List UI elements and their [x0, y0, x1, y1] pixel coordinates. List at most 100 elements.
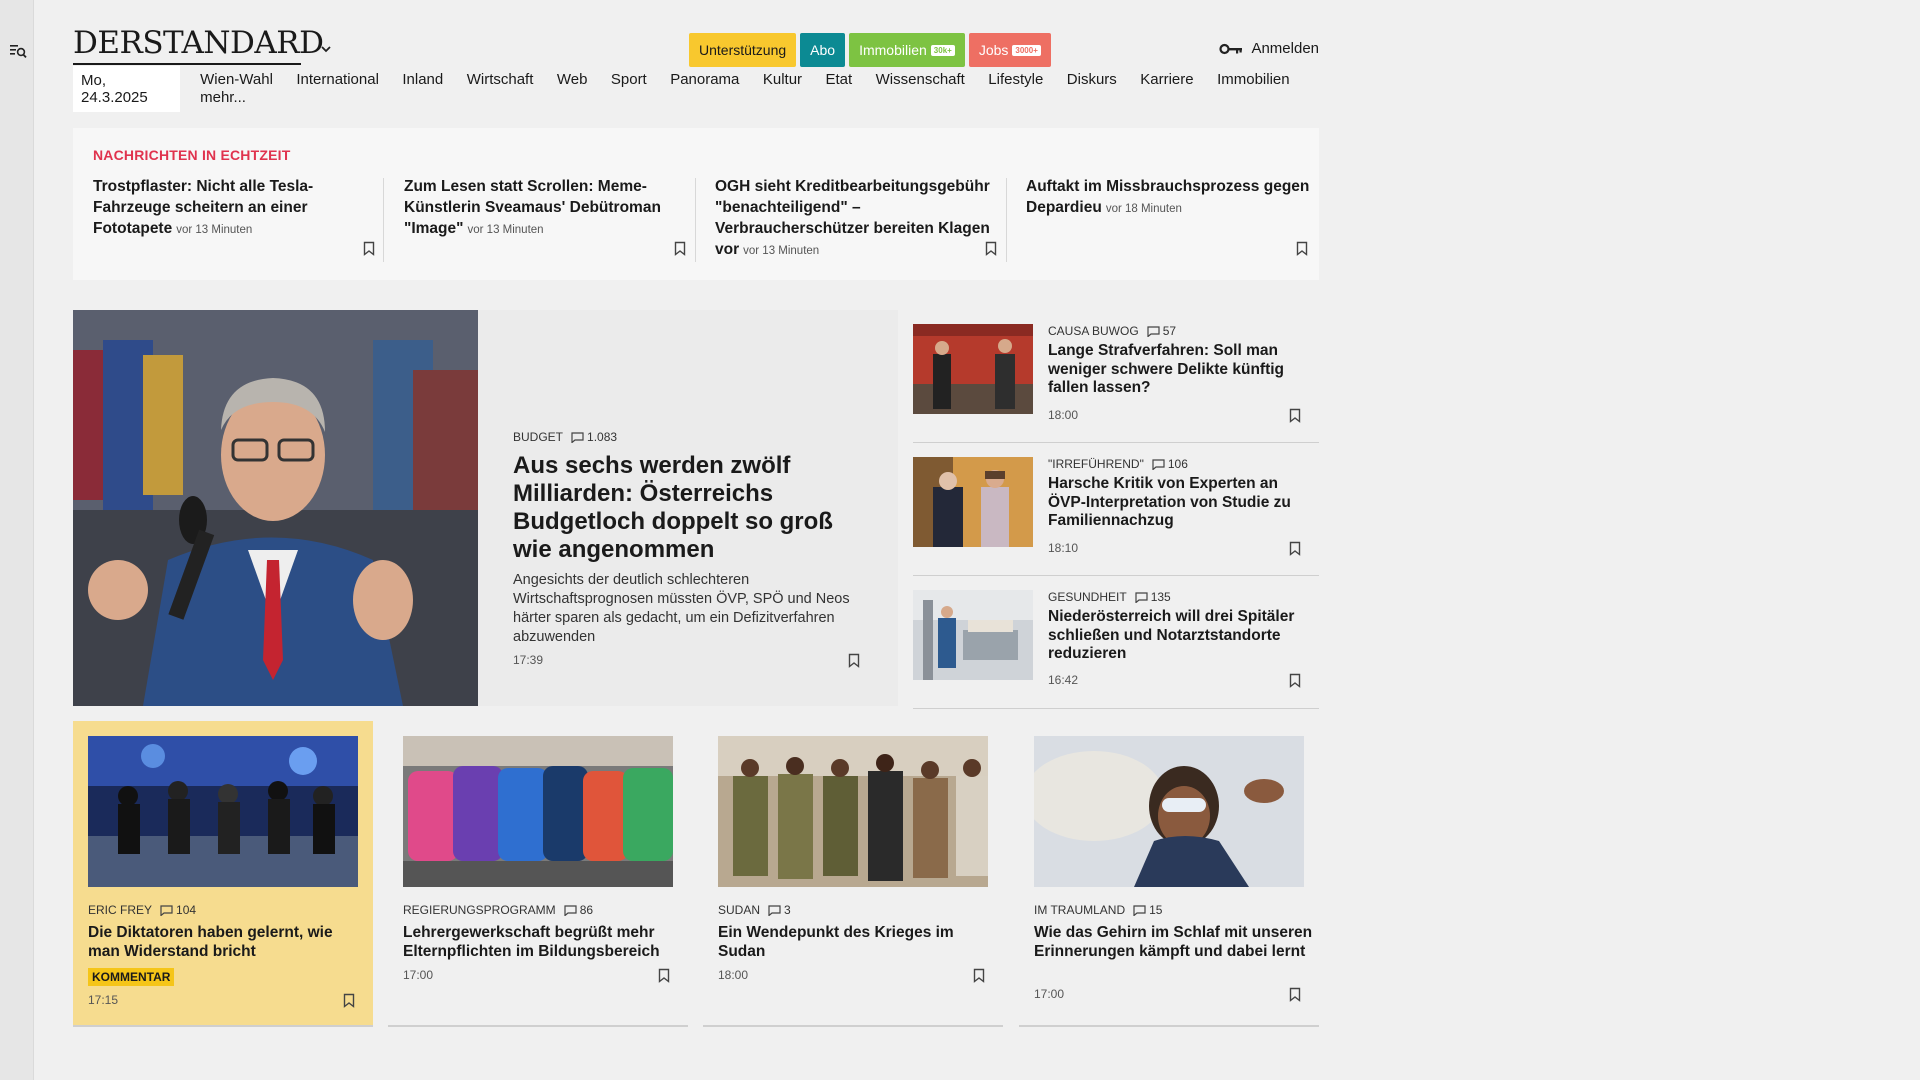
- nav-item-panorama[interactable]: Panorama: [670, 71, 739, 88]
- story-card[interactable]: REGIERUNGSPROGRAMM 86 Lehrergewerkschaft…: [388, 721, 688, 1027]
- bookmark-icon[interactable]: [1289, 541, 1301, 556]
- nav-item-international[interactable]: International: [296, 71, 379, 88]
- lead-comments: 1.083: [587, 430, 618, 444]
- card-title[interactable]: Lehrergewerkschaft begrüßt mehr Elternpf…: [403, 923, 683, 961]
- side-kicker: GESUNDHEIT 135: [1048, 590, 1171, 604]
- comments-count[interactable]: 15: [1133, 903, 1162, 917]
- comments-count[interactable]: 86: [564, 903, 593, 917]
- nav-item-kultur[interactable]: Kultur: [763, 71, 802, 88]
- side-title[interactable]: Lange Strafverfahren: Soll man weniger s…: [1048, 342, 1313, 398]
- bookmark-icon[interactable]: [658, 968, 670, 983]
- card-title[interactable]: Wie das Gehirn im Schlaf mit unseren Eri…: [1034, 923, 1314, 961]
- nav-item-karriere[interactable]: Karriere: [1140, 71, 1193, 88]
- story-card[interactable]: IM TRAUMLAND 15 Wie das Gehirn im Schlaf…: [1019, 721, 1319, 1027]
- bookmark-icon[interactable]: [985, 241, 997, 256]
- side-story[interactable]: GESUNDHEIT 135 Niederösterreich will dre…: [913, 576, 1319, 709]
- chevron-down-icon[interactable]: [319, 42, 333, 56]
- lead-story[interactable]: BUDGET 1.083 Aus sechs werden zwölf Mill…: [478, 310, 898, 706]
- header: DERSTANDARD Unterstützung Abo Immobilien…: [73, 0, 1319, 72]
- bookmark-icon[interactable]: [363, 241, 375, 256]
- bookmark-icon[interactable]: [1296, 241, 1308, 256]
- comments-count[interactable]: 135: [1135, 590, 1171, 604]
- divider: [695, 178, 696, 262]
- nav-item-sport[interactable]: Sport: [611, 71, 647, 88]
- support-label: Unterstützung: [699, 42, 787, 58]
- bookmark-icon[interactable]: [973, 968, 985, 983]
- nav-item-immobilien[interactable]: Immobilien: [1217, 71, 1290, 88]
- lead-title[interactable]: Aus sechs werden zwölf Milliarden: Öster…: [513, 452, 873, 564]
- key-icon: [1219, 43, 1243, 54]
- lead-time: 17:39: [513, 653, 544, 667]
- nav-item-web[interactable]: Web: [557, 71, 588, 88]
- comment-icon: [768, 904, 781, 916]
- live-news-heading: NACHRICHTEN IN ECHTZEIT: [93, 147, 291, 163]
- nav-item-lifestyle[interactable]: Lifestyle: [988, 71, 1043, 88]
- divider: [383, 178, 384, 262]
- comments-count[interactable]: 104: [160, 903, 196, 917]
- live-item[interactable]: OGH sieht Kreditbearbeitungsgebühr "bena…: [715, 176, 1005, 266]
- bookmark-icon[interactable]: [674, 241, 686, 256]
- card-kicker-label: SUDAN: [718, 903, 761, 917]
- side-story[interactable]: CAUSA BUWOG 57 Lange Strafverfahren: Sol…: [913, 310, 1319, 443]
- live-item[interactable]: Auftakt im Missbrauchsprozess gegen Depa…: [1026, 176, 1316, 266]
- lead-kicker: BUDGET 1.083: [513, 430, 617, 444]
- live-item-ago: vor 13 Minuten: [176, 224, 253, 236]
- current-date: Mo, 24.3.2025: [73, 66, 181, 112]
- bookmark-icon[interactable]: [1289, 408, 1301, 423]
- abo-button[interactable]: Abo: [800, 33, 846, 67]
- logo-underline: [73, 63, 301, 65]
- support-button[interactable]: Unterstützung: [689, 33, 797, 67]
- card-photo: [1034, 736, 1304, 887]
- side-title[interactable]: Harsche Kritik von Experten an ÖVP-Inter…: [1048, 475, 1313, 531]
- side-story[interactable]: "IRREFÜHREND" 106 Harsche Kritik von Exp…: [913, 443, 1319, 576]
- nav-item-more[interactable]: mehr...: [200, 89, 246, 106]
- bookmark-icon[interactable]: [848, 653, 860, 668]
- lead-story-image[interactable]: [73, 310, 478, 706]
- jobs-count-badge: 3000+: [1012, 44, 1041, 56]
- menu-search-icon[interactable]: [9, 42, 27, 60]
- comments-count[interactable]: 1.083: [571, 430, 617, 444]
- card-title[interactable]: Die Diktatoren haben gelernt, wie man Wi…: [88, 923, 368, 961]
- card-kicker-label: IM TRAUMLAND: [1034, 903, 1126, 917]
- nav-item-wien-wahl[interactable]: Wien-Wahl: [200, 71, 273, 88]
- card-kicker-label: ERIC FREY: [88, 903, 153, 917]
- logo[interactable]: DERSTANDARD: [73, 28, 324, 59]
- nav-item-wirtschaft[interactable]: Wirtschaft: [467, 71, 534, 88]
- side-photo: [913, 324, 1033, 414]
- side-kicker-label: CAUSA BUWOG: [1048, 324, 1139, 338]
- side-title[interactable]: Niederösterreich will drei Spitäler schl…: [1048, 608, 1313, 664]
- side-time: 18:10: [1048, 541, 1079, 555]
- card-title[interactable]: Ein Wendepunkt des Krieges im Sudan: [718, 923, 998, 961]
- comment-icon: [1133, 904, 1146, 916]
- comments-count[interactable]: 57: [1147, 324, 1176, 338]
- side-photo: [913, 590, 1033, 680]
- service-pills: Unterstützung Abo Immobilien 30k+ Jobs 3…: [689, 33, 1051, 67]
- lead-teaser: Angesichts der deutlich schlechteren Wir…: [513, 572, 850, 645]
- side-story-image: [913, 457, 1033, 547]
- immobilien-button[interactable]: Immobilien 30k+: [849, 33, 965, 67]
- nav-item-diskurs[interactable]: Diskurs: [1067, 71, 1117, 88]
- live-item[interactable]: Zum Lesen statt Scrollen: Meme-Künstleri…: [404, 176, 694, 266]
- nav-item-inland[interactable]: Inland: [402, 71, 443, 88]
- immobilien-count-badge: 30k+: [930, 44, 955, 56]
- comment-icon: [1152, 458, 1165, 470]
- bookmark-icon[interactable]: [1289, 673, 1301, 688]
- comments-count[interactable]: 3: [768, 903, 791, 917]
- card-comments: 3: [784, 903, 791, 917]
- login-button[interactable]: Anmelden: [1219, 40, 1319, 57]
- card-time: 18:00: [718, 968, 749, 982]
- jobs-button[interactable]: Jobs 3000+: [968, 33, 1051, 67]
- card-image: [88, 736, 358, 887]
- bookmark-icon[interactable]: [343, 993, 355, 1008]
- nav-item-wissenschaft[interactable]: Wissenschaft: [876, 71, 965, 88]
- main-nav: Mo, 24.3.2025 Wien-Wahl International In…: [73, 66, 1319, 112]
- comments-count[interactable]: 106: [1152, 457, 1188, 471]
- story-card[interactable]: SUDAN 3 Ein Wendepunkt des Krieges im Su…: [703, 721, 1003, 1027]
- live-item[interactable]: Trostpflaster: Nicht alle Tesla-Fahrzeug…: [93, 176, 383, 266]
- immobilien-label: Immobilien: [859, 42, 927, 58]
- bookmark-icon[interactable]: [1289, 987, 1301, 1002]
- page-content: DERSTANDARD Unterstützung Abo Immobilien…: [73, 0, 1319, 1027]
- story-card-commentary[interactable]: ERIC FREY 104 Die Diktatoren haben geler…: [73, 721, 373, 1027]
- nav-links: Wien-Wahl International Inland Wirtschaf…: [200, 71, 1319, 107]
- nav-item-etat[interactable]: Etat: [826, 71, 853, 88]
